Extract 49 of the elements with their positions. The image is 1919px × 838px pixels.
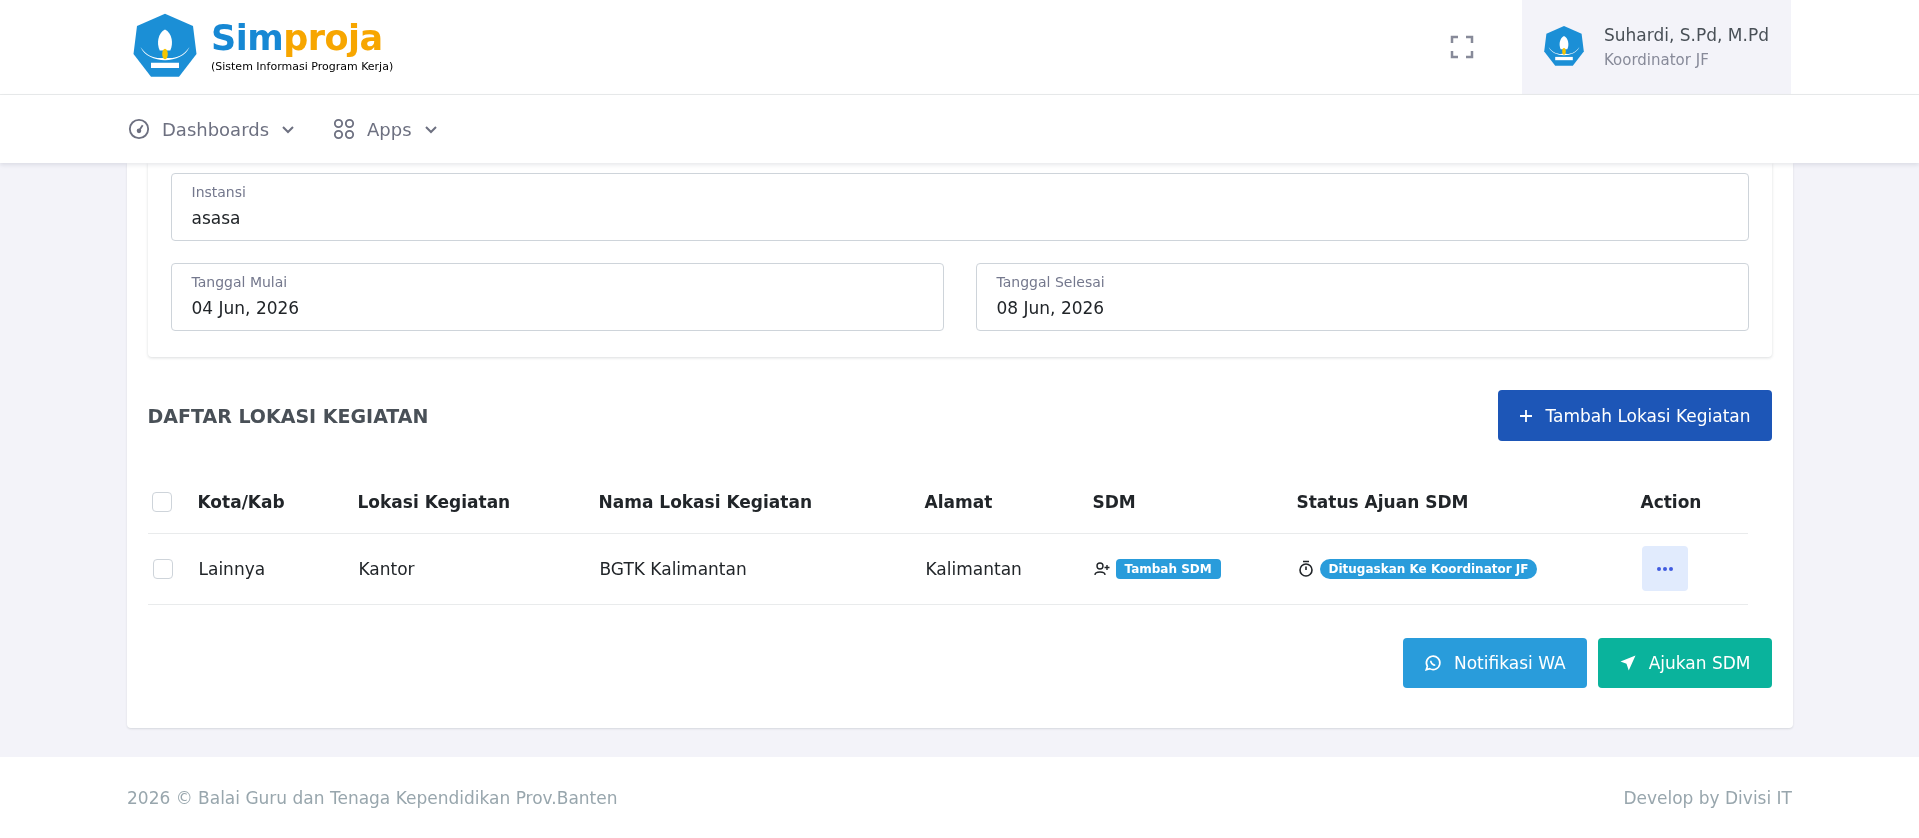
table-cell: Kalimantan xyxy=(925,558,1022,579)
column-header: Action xyxy=(1640,491,1702,512)
nav-menu-item[interactable]: Apps xyxy=(333,118,438,140)
user-role: Koordinator JF xyxy=(1604,51,1710,69)
column-header: SDM xyxy=(1092,491,1136,512)
brand-subtitle: (Sistem Informasi Program Kerja) xyxy=(211,60,394,73)
column-header: Lokasi Kegiatan xyxy=(357,491,511,512)
fullscreen-button[interactable] xyxy=(1450,35,1474,59)
section-title: DAFTAR LOKASI KEGIATAN xyxy=(147,404,429,427)
table-cell: BGTK Kalimantan xyxy=(599,558,747,579)
field-value: 04 Jun, 2026 xyxy=(191,298,301,318)
chevron-down-icon xyxy=(281,124,296,134)
gauge-icon xyxy=(128,118,150,140)
status-badge: Ditugaskan Ke Koordinator JF xyxy=(1319,558,1538,579)
chat-bubble-icon xyxy=(1424,653,1442,672)
field-label: Tanggal Mulai xyxy=(191,274,289,290)
add-user-icon xyxy=(1093,561,1110,576)
input-field[interactable]: Tanggal Mulai 04 Jun, 2026 xyxy=(170,263,944,331)
field-value: asasa xyxy=(191,208,242,228)
avatar xyxy=(1542,25,1586,69)
submit-button[interactable]: Ajukan SDM xyxy=(1597,637,1772,688)
field-value: 08 Jun, 2026 xyxy=(996,298,1106,318)
column-header: Status Ajuan SDM xyxy=(1296,491,1469,512)
add-location-button[interactable]: Tambah Lokasi Kegiatan xyxy=(1498,390,1772,441)
table-cell: Lainnya xyxy=(198,558,266,579)
add-sdm-badge[interactable]: Tambah SDM xyxy=(1115,558,1221,579)
stopwatch-icon xyxy=(1297,560,1314,577)
more-options-button[interactable] xyxy=(1641,546,1688,591)
column-header: Kota/Kab xyxy=(197,491,285,512)
send-icon xyxy=(1618,653,1637,672)
select-all-checkbox[interactable] xyxy=(151,491,172,512)
table-cell: Kantor xyxy=(358,558,415,579)
nav-menu-item[interactable]: Dashboards xyxy=(128,118,296,140)
notify-button[interactable]: Notifikasi WA xyxy=(1403,637,1587,688)
footer-credit: Develop by Divisi IT xyxy=(1623,787,1792,808)
ellipsis-icon xyxy=(1656,566,1673,571)
plus-icon xyxy=(1519,408,1534,423)
apps-grid-icon xyxy=(333,118,356,140)
chevron-down-icon xyxy=(423,124,438,134)
brand-title: Simproja xyxy=(211,21,384,56)
user-name: Suhardi, S.Pd, M.Pd xyxy=(1604,25,1769,45)
column-header: Alamat xyxy=(924,491,993,512)
field-label: Tanggal Selesai xyxy=(996,274,1106,290)
row-checkbox[interactable] xyxy=(152,558,173,579)
field-label: Instansi xyxy=(191,184,247,200)
footer-copyright: 2026 © Balai Guru dan Tenaga Kependidikan Prov.Banten xyxy=(127,787,618,808)
input-field[interactable]: Tanggal Selesai 08 Jun, 2026 xyxy=(975,263,1749,331)
input-field[interactable]: Instansi asasa xyxy=(170,173,1749,241)
column-header: Nama Lokasi Kegiatan xyxy=(598,491,813,512)
